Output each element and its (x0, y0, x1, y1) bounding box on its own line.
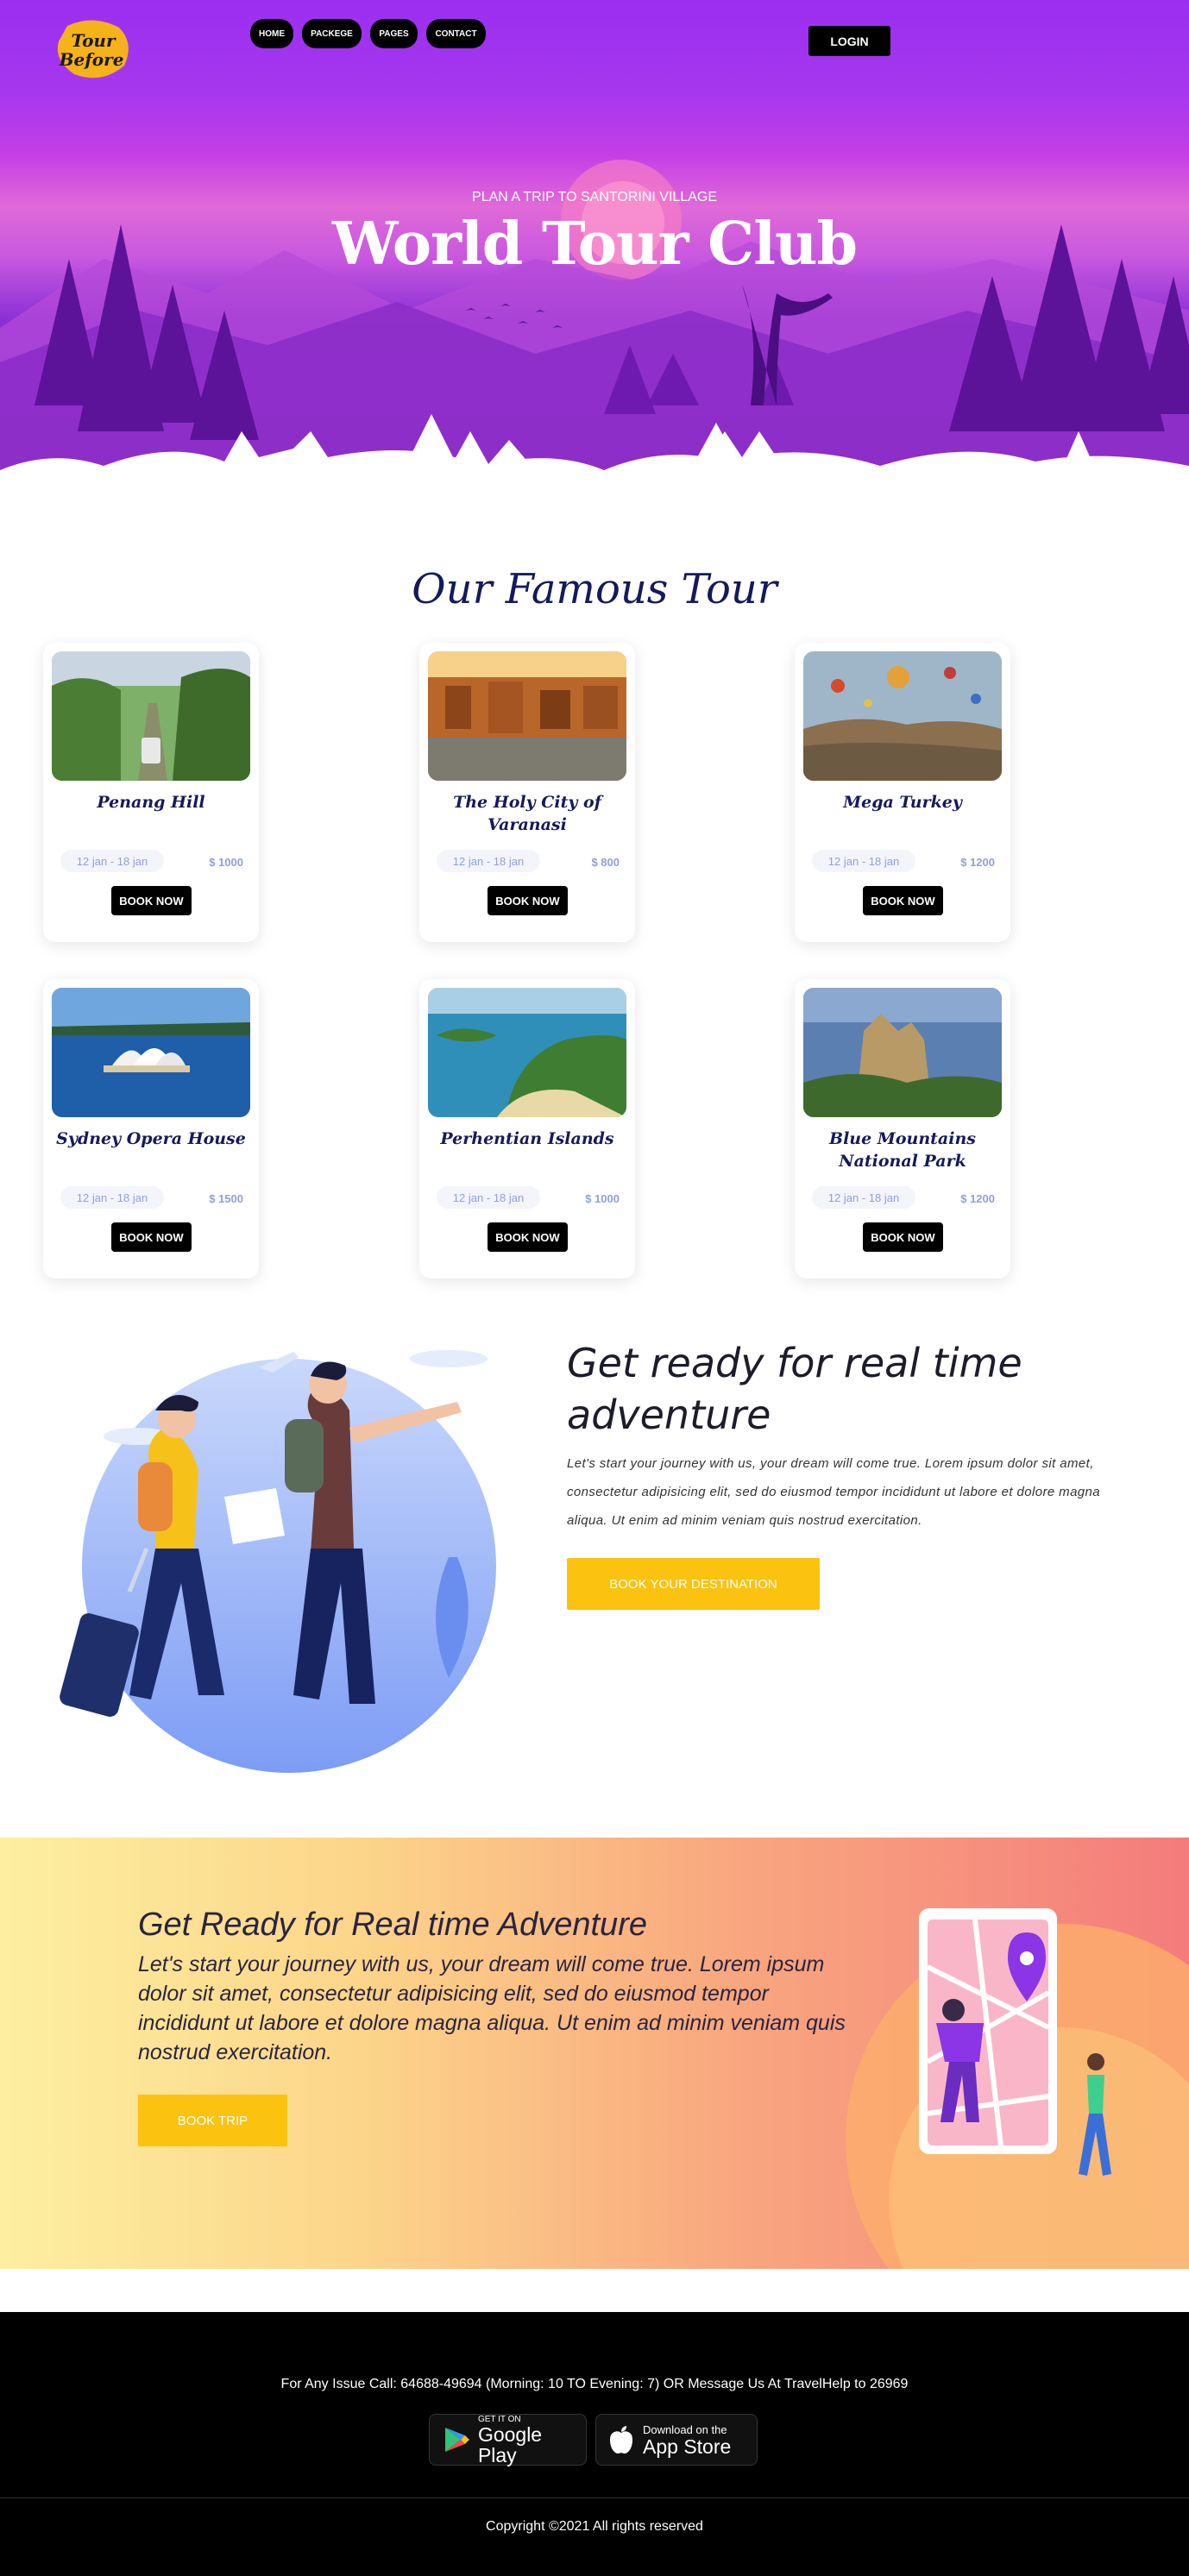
tour-card: Mega Turkey 12 jan - 18 jan $ 1200 BOOK … (795, 643, 1010, 942)
app-store-label: App Store (643, 2435, 732, 2458)
book-now-button[interactable]: BOOK NOW (863, 886, 943, 915)
tour-price: $ 1000 (209, 856, 243, 869)
hero-section: Tour Before HOME PACKEGE PAGES CONTACT L… (0, 0, 1189, 518)
tour-card: Blue Mountains National Park 12 jan - 18… (795, 979, 1010, 1279)
tour-price: $ 1200 (960, 1192, 995, 1205)
promo-banner: Get Ready for Real time Adventure Let's … (0, 1838, 1189, 2269)
tours-section-title: Our Famous Tour (412, 565, 777, 613)
book-now-button[interactable]: BOOK NOW (488, 1222, 568, 1252)
nav-contact[interactable]: CONTACT (426, 19, 486, 48)
tour-title: Mega Turkey (843, 793, 962, 812)
book-destination-button[interactable]: BOOK YOUR DESTINATION (567, 1558, 820, 1610)
tour-image-perhentian-islands[interactable] (428, 988, 626, 1117)
google-play-label: Google Play (477, 2422, 543, 2466)
banner-text: Let's start your journey with us, your d… (138, 1952, 846, 2064)
adventure-title: Get ready for real time adventure (567, 1340, 1022, 1438)
tour-image-penang-hill[interactable] (52, 651, 250, 781)
copyright-text: Copyright ©2021 All rights reserved (486, 2519, 703, 2534)
tour-image-blue-mountains[interactable] (803, 988, 1002, 1117)
google-play-small-text: GET IT ON (477, 2414, 521, 2424)
app-store-small-text: Download on the (643, 2422, 727, 2436)
svg-text:Before: Before (59, 49, 124, 70)
login-button[interactable]: LOGIN (808, 26, 890, 56)
book-now-button[interactable]: BOOK NOW (863, 1222, 943, 1252)
tour-image-varanasi[interactable] (428, 651, 626, 781)
tour-dates: 12 jan - 18 jan (437, 1186, 540, 1209)
tour-card: The Holy City of Varanasi 12 jan - 18 ja… (419, 643, 635, 942)
tour-title: Perhentian Islands (440, 1129, 614, 1148)
svg-text:Tour: Tour (71, 30, 116, 51)
tour-image-mega-turkey[interactable] (803, 651, 1002, 781)
hero-subtitle: PLAN A TRIP TO SANTORINI VILLAGE (472, 190, 717, 204)
tour-dates: 12 jan - 18 jan (60, 850, 164, 872)
google-play-icon (444, 2428, 469, 2452)
footer: For Any Issue Call: 64688-49694 (Morning… (0, 2312, 1189, 2576)
footer-contact-text: For Any Issue Call: 64688-49694 (Morning… (280, 2377, 909, 2391)
nav-pages[interactable]: PAGES (370, 19, 418, 48)
tour-card: Penang Hill 12 jan - 18 jan $ 1000 BOOK … (43, 643, 259, 942)
book-trip-button[interactable]: BOOK TRIP (138, 2095, 287, 2146)
nav-package[interactable]: PACKEGE (302, 19, 362, 48)
adventure-text: Let's start your journey with us, your d… (567, 1456, 1101, 1528)
tour-title: Blue Mountains National Park (829, 1129, 976, 1171)
main-nav: HOME PACKEGE PAGES CONTACT (250, 19, 486, 48)
tour-card: Perhentian Islands 12 jan - 18 jan $ 100… (419, 979, 635, 1279)
tour-card: Sydney Opera House 12 jan - 18 jan $ 150… (43, 979, 259, 1279)
google-play-badge[interactable]: GET IT ON Google Play (429, 2414, 587, 2466)
tour-dates: 12 jan - 18 jan (812, 850, 915, 872)
tour-title: The Holy City of Varanasi (453, 793, 601, 834)
travelers-illustration (60, 1350, 496, 1773)
tour-before-logo[interactable]: Tour Before (50, 17, 136, 83)
hero-title: World Tour Club (331, 210, 858, 279)
app-store-badge[interactable]: Download on the App Store (595, 2414, 758, 2466)
nav-home[interactable]: HOME (250, 19, 293, 48)
book-now-button[interactable]: BOOK NOW (111, 886, 192, 915)
apple-icon (610, 2426, 632, 2453)
tour-title: Sydney Opera House (56, 1129, 246, 1148)
tour-price: $ 1500 (209, 1192, 243, 1205)
tour-dates: 12 jan - 18 jan (812, 1186, 915, 1209)
tour-dates: 12 jan - 18 jan (437, 850, 540, 872)
tour-price: $ 800 (591, 856, 620, 869)
tour-price: $ 1200 (960, 856, 995, 869)
book-now-button[interactable]: BOOK NOW (488, 886, 568, 915)
tour-dates: 12 jan - 18 jan (60, 1186, 164, 1209)
tour-image-sydney-opera-house[interactable] (52, 988, 250, 1117)
tour-title: Penang Hill (97, 793, 205, 812)
tour-price: $ 1000 (585, 1192, 620, 1205)
banner-title: Get Ready for Real time Adventure (138, 1907, 647, 1943)
book-now-button[interactable]: BOOK NOW (111, 1222, 192, 1252)
footer-divider (0, 2497, 1189, 2498)
